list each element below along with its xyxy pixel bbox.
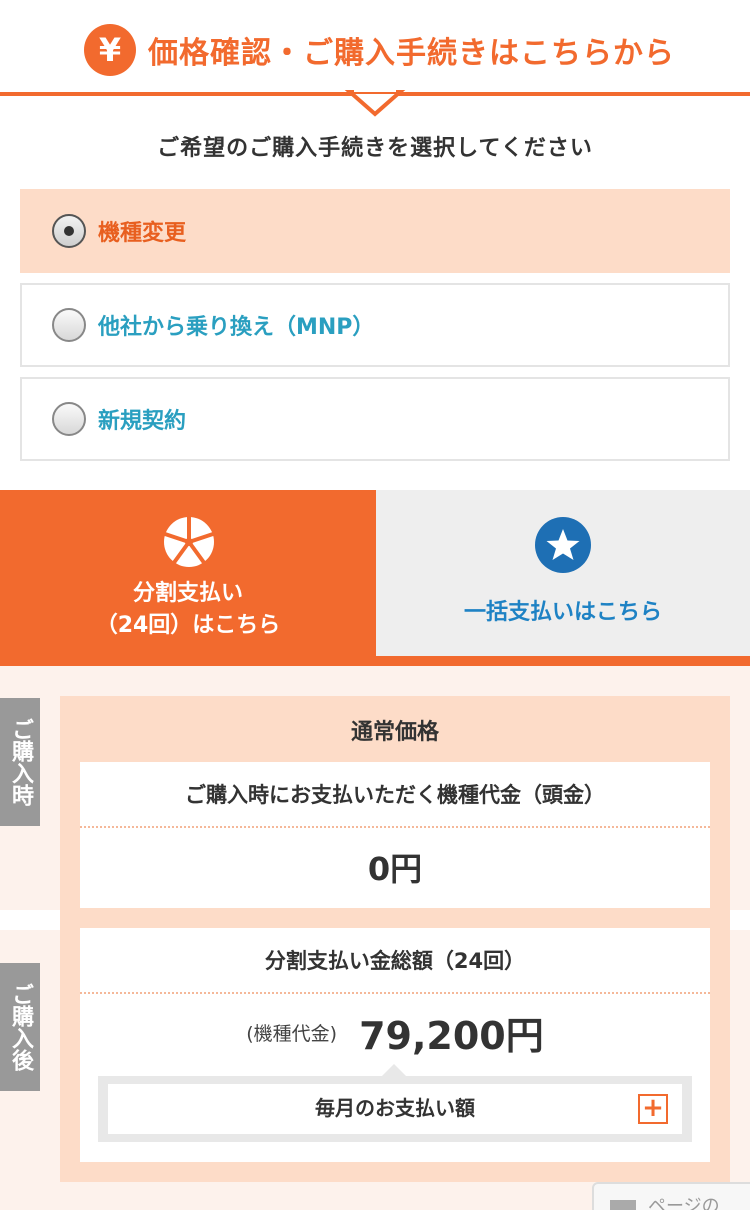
page-top-button[interactable]: ページの	[592, 1182, 750, 1210]
radio-unselected-icon[interactable]	[52, 308, 86, 342]
option-model-change[interactable]: 機種変更	[20, 189, 730, 273]
header-title: 価格確認・ご購入手続きはこちらから	[148, 36, 675, 71]
tab-underline	[376, 656, 750, 666]
tab-installment-line2: （24回）はこちら	[95, 613, 281, 638]
down-payment-label: ご購入時にお支払いただく機種代金（頭金）	[80, 762, 710, 828]
yen-icon: ¥	[84, 24, 136, 76]
header-notch	[344, 86, 406, 117]
page-top-label: ページの	[648, 1196, 720, 1210]
monthly-payment-box: 毎月のお支払い額 +	[98, 1064, 692, 1142]
installment-total-value: 79,200円	[359, 1013, 544, 1058]
down-payment-card: ご購入時にお支払いただく機種代金（頭金） 0円	[80, 762, 710, 908]
monthly-pointer	[382, 1064, 406, 1076]
monthly-payment-toggle[interactable]: 毎月のお支払い額 +	[108, 1084, 682, 1134]
model-price-note: (機種代金)	[246, 1022, 338, 1045]
option-mnp[interactable]: 他社から乗り換え（MNP）	[20, 283, 730, 367]
plus-icon[interactable]: +	[638, 1094, 668, 1124]
tab-lump-sum[interactable]: 一括支払いはこちら	[376, 490, 750, 656]
monthly-payment-label: 毎月のお支払い額	[315, 1096, 475, 1120]
down-payment-value: 0円	[367, 850, 423, 888]
side-label-at-purchase: ご購入時	[0, 698, 40, 826]
installment-total-label: 分割支払い金総額（24回）	[80, 928, 710, 994]
page-top-icon	[610, 1200, 636, 1210]
instruction-text: ご希望のご購入手続きを選択してください	[157, 136, 593, 161]
installment-total-card: 分割支払い金総額（24回） (機種代金) 79,200円 毎月のお支払い額 +	[80, 928, 710, 1162]
option-label: 他社から乗り換え（MNP）	[98, 315, 375, 340]
price-heading: 通常価格	[350, 720, 439, 745]
tab-installment[interactable]: 分割支払い （24回）はこちら	[0, 490, 376, 666]
option-label: 機種変更	[98, 221, 187, 246]
tab-installment-line1: 分割支払い	[132, 581, 243, 606]
radio-selected-icon[interactable]	[52, 214, 86, 248]
radio-unselected-icon[interactable]	[52, 402, 86, 436]
option-label: 新規契約	[98, 409, 187, 434]
star-icon	[535, 517, 591, 573]
payment-tabs: 分割支払い （24回）はこちら 一括支払いはこちら	[0, 490, 750, 666]
price-panel: 通常価格 ご購入時にお支払いただく機種代金（頭金） 0円 分割支払い金総額（24…	[60, 696, 730, 1182]
purchase-header: ¥ 価格確認・ご購入手続きはこちらから	[0, 0, 750, 117]
tab-lump-sum-label: 一括支払いはこちら	[463, 600, 662, 625]
option-new-contract[interactable]: 新規契約	[20, 377, 730, 461]
pie-chart-icon	[164, 516, 214, 567]
side-label-after-purchase: ご購入後	[0, 963, 40, 1091]
tab-installment-label: 分割支払い （24回）はこちら	[0, 578, 376, 642]
